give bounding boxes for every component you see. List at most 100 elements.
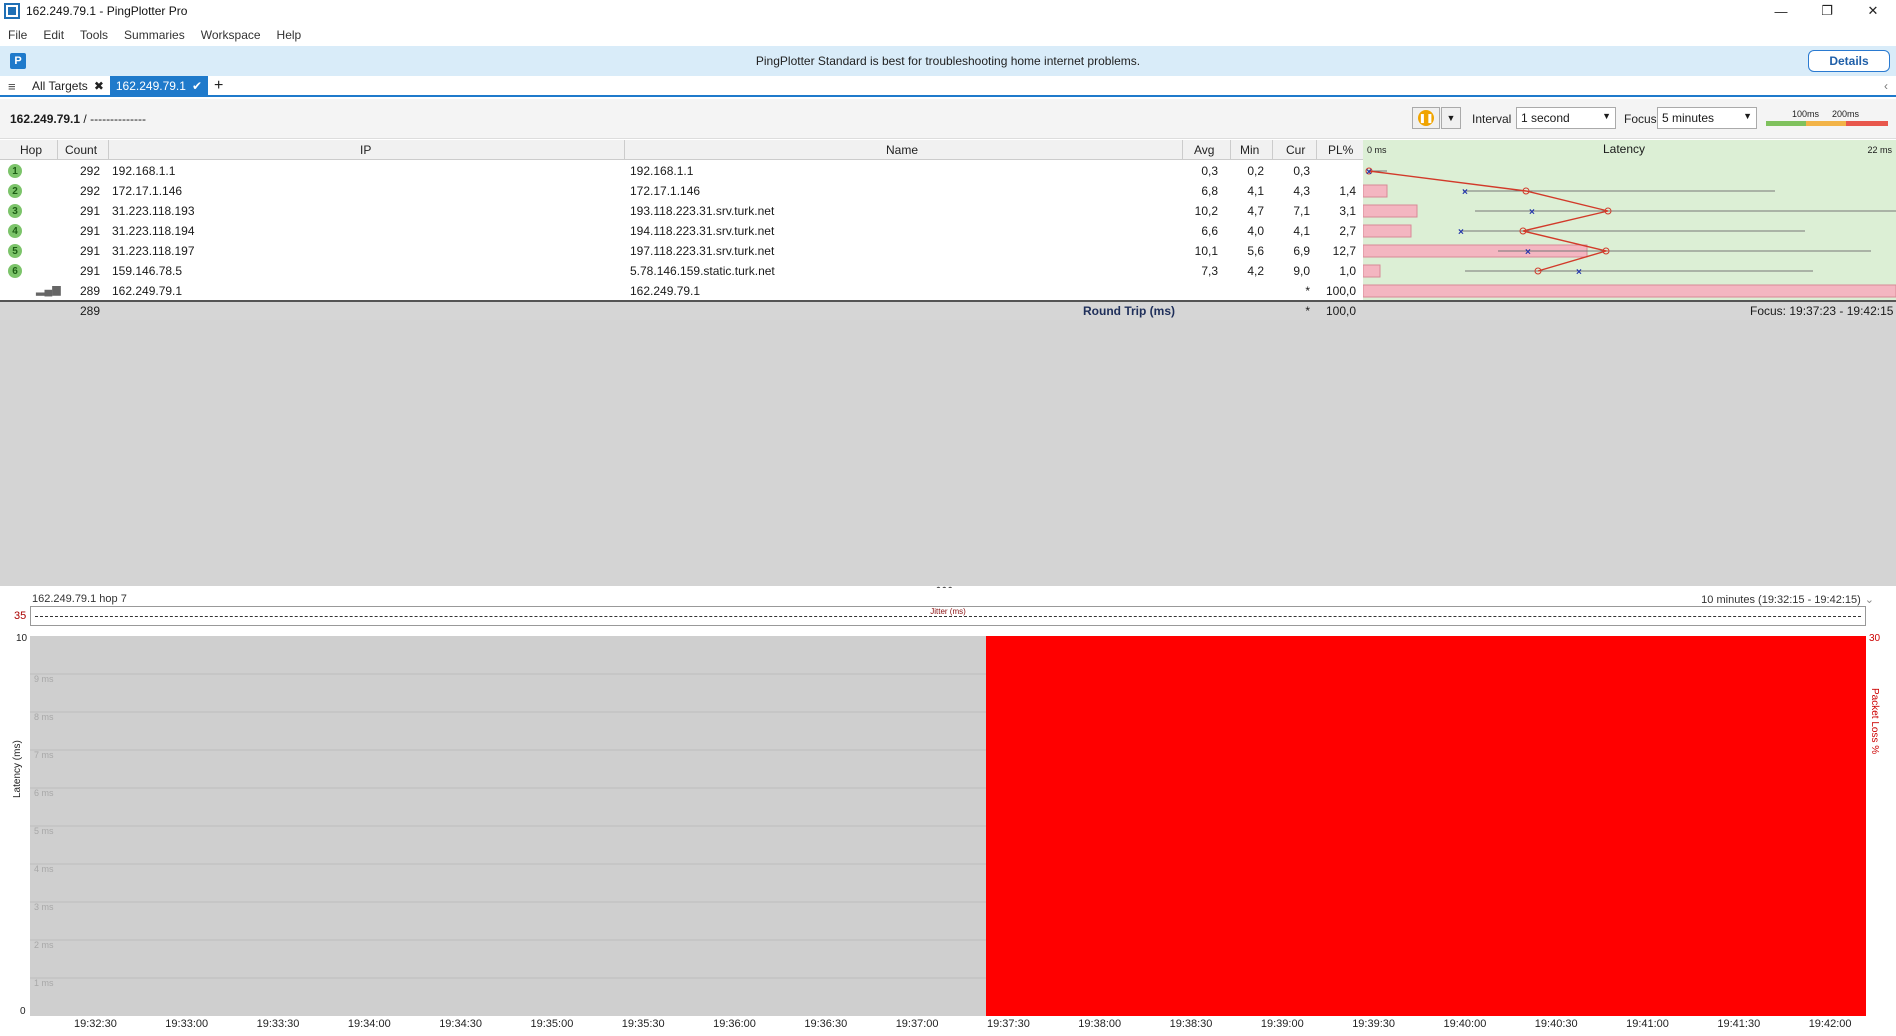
menu-summaries[interactable]: Summaries	[124, 28, 185, 42]
round-trip-label: Round Trip (ms)	[1083, 304, 1175, 318]
table-row[interactable]: ▂▄▆ 289 162.249.79.1 162.249.79.1 * 100,…	[0, 281, 1363, 301]
x-tick-label: 19:40:00	[1443, 1018, 1487, 1030]
table-row[interactable]: 1 292 192.168.1.1 192.168.1.1 0,3 0,2 0,…	[0, 161, 1363, 181]
count-cell: 291	[79, 204, 100, 218]
hamburger-menu-icon[interactable]: ≡	[8, 79, 20, 94]
y-axis-title-left: Latency (ms)	[12, 740, 23, 798]
close-tab-icon[interactable]: ✖	[94, 79, 104, 93]
cur-marker: ×	[1576, 267, 1582, 278]
col-name[interactable]: Name	[886, 143, 918, 157]
jitter-max-label: 35	[14, 610, 27, 622]
menu-edit[interactable]: Edit	[43, 28, 64, 42]
column-divider[interactable]	[1272, 140, 1273, 160]
y-tick: 5 ms	[34, 826, 54, 836]
ip-cell: 159.146.78.5	[112, 264, 183, 278]
y-tick: 9 ms	[34, 674, 54, 684]
round-trip-pl: 100,0	[1325, 304, 1356, 318]
menu-file[interactable]: File	[8, 28, 27, 42]
timeline-range[interactable]: 10 minutes (19:32:15 - 19:42:15) ⌄	[1701, 593, 1874, 606]
col-hop[interactable]: Hop	[20, 143, 42, 157]
table-row[interactable]: 2 292 172.17.1.146 172.17.1.146 6,8 4,1 …	[0, 181, 1363, 201]
pl-cell: 1,4	[1339, 184, 1356, 198]
minimize-button[interactable]: —	[1758, 0, 1804, 22]
col-ip[interactable]: IP	[360, 143, 371, 157]
x-tick-label: 19:35:00	[530, 1018, 574, 1030]
latency-timeline-plot[interactable]: 9 ms 8 ms 7 ms 6 ms 5 ms 4 ms 3 ms 2 ms …	[30, 636, 1866, 1016]
maximize-button[interactable]: ❐	[1804, 0, 1850, 22]
scale-100-label: 100ms	[1792, 109, 1820, 119]
menu-bar: File Edit Tools Summaries Workspace Help	[0, 24, 317, 46]
close-button[interactable]: ✕	[1850, 0, 1896, 22]
min-cell: 4,0	[1247, 224, 1264, 238]
table-row[interactable]: 4 291 31.223.118.194 194.118.223.31.srv.…	[0, 221, 1363, 241]
interval-select[interactable]: 1 second ▼	[1516, 107, 1616, 129]
x-tick-label: 19:36:30	[804, 1018, 848, 1030]
name-cell: 172.17.1.146	[630, 184, 701, 198]
table-row[interactable]: 5 291 31.223.118.197 197.118.223.31.srv.…	[0, 241, 1363, 261]
pause-button[interactable]: ❚❚	[1412, 107, 1440, 129]
cur-cell: 7,1	[1293, 204, 1310, 218]
min-cell: 0,2	[1247, 164, 1264, 178]
y-tick: 7 ms	[34, 750, 54, 760]
column-divider[interactable]	[1316, 140, 1317, 160]
tab-label: All Targets	[32, 79, 88, 93]
x-tick-label: 19:35:30	[621, 1018, 665, 1030]
x-tick-label: 19:39:30	[1352, 1018, 1396, 1030]
chevron-down-icon: ▼	[1743, 111, 1752, 121]
col-avg[interactable]: Avg	[1194, 143, 1214, 157]
jitter-graph[interactable]: Jitter (ms)	[30, 606, 1866, 626]
x-tick-label: 19:41:30	[1717, 1018, 1761, 1030]
table-row[interactable]: 6 291 159.146.78.5 5.78.146.159.static.t…	[0, 261, 1363, 281]
tab-scroll-left-icon[interactable]: ‹	[1884, 79, 1888, 93]
focus-label: Focus	[1624, 112, 1657, 126]
menu-workspace[interactable]: Workspace	[201, 28, 261, 42]
y-tick: 2 ms	[34, 940, 54, 950]
cur-marker: ×	[1366, 167, 1372, 178]
avg-cell: 6,6	[1201, 224, 1218, 238]
column-divider[interactable]	[624, 140, 625, 160]
tab-target[interactable]: 162.249.79.1 ✔	[109, 76, 209, 96]
col-min[interactable]: Min	[1240, 143, 1259, 157]
latency-column-graph[interactable]: 0 ms Latency 22 ms × × × × × ×	[1363, 140, 1896, 300]
col-pl[interactable]: PL%	[1328, 143, 1353, 157]
avg-cell: 10,1	[1194, 244, 1218, 258]
y-axis-title-right: Packet Loss %	[1869, 688, 1880, 755]
x-tick-label: 19:34:00	[347, 1018, 391, 1030]
avg-cell: 10,2	[1194, 204, 1218, 218]
menu-help[interactable]: Help	[277, 28, 302, 42]
name-cell: 192.168.1.1	[630, 164, 694, 178]
col-count[interactable]: Count	[65, 143, 97, 157]
add-tab-button[interactable]: +	[214, 77, 223, 95]
bar-chart-icon[interactable]: ▂▄▆	[36, 283, 61, 296]
hop-badge: 5	[8, 244, 22, 258]
column-divider[interactable]	[108, 140, 109, 160]
ip-cell: 192.168.1.1	[112, 164, 176, 178]
details-button[interactable]: Details	[1808, 50, 1890, 72]
tab-all-targets[interactable]: All Targets ✖	[26, 76, 110, 96]
x-tick-label: 19:33:00	[165, 1018, 209, 1030]
column-divider[interactable]	[1230, 140, 1231, 160]
count-cell: 292	[79, 164, 100, 178]
upgrade-banner: P PingPlotter Standard is best for troub…	[0, 46, 1896, 76]
min-cell: 4,2	[1247, 264, 1264, 278]
col-cur[interactable]: Cur	[1286, 143, 1305, 157]
menu-tools[interactable]: Tools	[80, 28, 108, 42]
table-row[interactable]: 3 291 31.223.118.193 193.118.223.31.srv.…	[0, 201, 1363, 221]
tab-label: 162.249.79.1	[115, 79, 186, 93]
x-tick-label: 19:39:00	[1260, 1018, 1304, 1030]
tab-strip: ≡ All Targets ✖ 162.249.79.1 ✔ + ‹	[0, 76, 1896, 97]
pl-cell: 3,1	[1339, 204, 1356, 218]
breadcrumb-target: 162.249.79.1	[10, 112, 81, 126]
pl-cell: 100,0	[1325, 284, 1356, 298]
pl-cell: 1,0	[1339, 264, 1356, 278]
cur-cell: 6,9	[1293, 244, 1310, 258]
column-divider[interactable]	[57, 140, 58, 160]
ip-cell: 31.223.118.197	[112, 244, 195, 258]
ip-cell: 31.223.118.194	[112, 224, 195, 238]
window-controls: — ❐ ✕	[1758, 0, 1896, 22]
interval-label: Interval	[1472, 112, 1512, 126]
loss-bar	[1363, 184, 1388, 198]
focus-select[interactable]: 5 minutes ▼	[1657, 107, 1757, 129]
column-divider[interactable]	[1182, 140, 1183, 160]
pause-dropdown-button[interactable]: ▼	[1441, 107, 1461, 129]
